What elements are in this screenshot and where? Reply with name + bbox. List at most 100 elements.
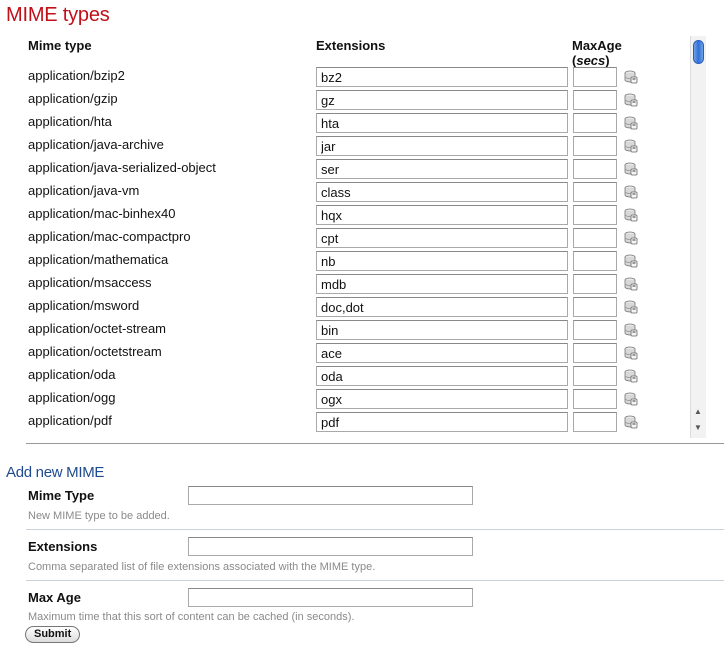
scroll-down-arrow-icon[interactable]: ▼ [694, 424, 702, 432]
disk-save-icon[interactable] [622, 69, 638, 85]
max-age-cell-input[interactable] [573, 159, 617, 179]
mime-type-help: New MIME type to be added. [28, 510, 170, 522]
max-age-cell-input[interactable] [573, 67, 617, 87]
extensions-cell-input[interactable] [316, 182, 568, 202]
mime-type-cell: application/mac-binhex40 [28, 206, 176, 221]
table-row: application/pdf [0, 411, 690, 434]
mime-type-cell: application/java-serialized-object [28, 160, 216, 175]
max-age-cell-input[interactable] [573, 228, 617, 248]
extensions-help: Comma separated list of file extensions … [28, 561, 376, 573]
disk-save-icon[interactable] [622, 138, 638, 154]
mime-type-cell: application/gzip [28, 91, 118, 106]
field-separator [26, 580, 724, 581]
extensions-cell-input[interactable] [316, 274, 568, 294]
extensions-cell-input[interactable] [316, 297, 568, 317]
table-row: application/mac-binhex40 [0, 204, 690, 227]
table-row: application/java-archive [0, 135, 690, 158]
extensions-cell-input[interactable] [316, 343, 568, 363]
disk-save-icon[interactable] [622, 322, 638, 338]
extensions-input[interactable] [188, 537, 473, 556]
table-row: application/mathematica [0, 250, 690, 273]
extensions-cell-input[interactable] [316, 389, 568, 409]
extensions-cell-input[interactable] [316, 205, 568, 225]
disk-save-icon[interactable] [622, 207, 638, 223]
table-row: application/gzip [0, 89, 690, 112]
max-age-cell-input[interactable] [573, 274, 617, 294]
extensions-label: Extensions [28, 539, 98, 554]
max-age-cell-input[interactable] [573, 389, 617, 409]
max-age-cell-input[interactable] [573, 297, 617, 317]
extensions-cell-input[interactable] [316, 159, 568, 179]
scroll-thumb[interactable] [693, 40, 704, 64]
disk-save-icon[interactable] [622, 391, 638, 407]
table-row: application/hta [0, 112, 690, 135]
column-header-max-age: MaxAge (secs) [572, 38, 622, 68]
max-age-field-input[interactable] [188, 588, 473, 607]
max-age-cell-input[interactable] [573, 182, 617, 202]
extensions-cell-input[interactable] [316, 228, 568, 248]
disk-save-icon[interactable] [622, 276, 638, 292]
disk-save-icon[interactable] [622, 345, 638, 361]
extensions-cell-input[interactable] [316, 90, 568, 110]
table-row: application/octet-stream [0, 319, 690, 342]
extensions-cell-input[interactable] [316, 412, 568, 432]
disk-save-icon[interactable] [622, 414, 638, 430]
page-title: MIME types [6, 4, 110, 26]
mime-type-cell: application/hta [28, 114, 112, 129]
table-row: application/oda [0, 365, 690, 388]
max-age-cell-input[interactable] [573, 136, 617, 156]
extensions-cell-input[interactable] [316, 113, 568, 133]
max-age-cell-input[interactable] [573, 320, 617, 340]
mime-type-input[interactable] [188, 486, 473, 505]
table-row: application/java-serialized-object [0, 158, 690, 181]
max-age-field-label: Max Age [28, 590, 81, 605]
max-age-cell-input[interactable] [573, 113, 617, 133]
submit-button[interactable]: Submit [25, 626, 81, 643]
max-age-cell-input[interactable] [573, 90, 617, 110]
max-age-cell-input[interactable] [573, 251, 617, 271]
table-row: application/bzip2 [0, 66, 690, 89]
disk-save-icon[interactable] [622, 92, 638, 108]
mime-type-cell: application/pdf [28, 413, 112, 428]
table-row: application/java-vm [0, 181, 690, 204]
disk-save-icon[interactable] [622, 115, 638, 131]
max-age-cell-input[interactable] [573, 412, 617, 432]
mime-types-table: Mime type Extensions MaxAge (secs) applic… [0, 36, 724, 438]
disk-save-icon[interactable] [622, 368, 638, 384]
section-divider [26, 443, 724, 444]
extensions-cell-input[interactable] [316, 366, 568, 386]
table-row: application/msaccess [0, 273, 690, 296]
mime-type-label: Mime Type [28, 488, 95, 503]
disk-save-icon[interactable] [622, 230, 638, 246]
extensions-cell-input[interactable] [316, 251, 568, 271]
mime-type-cell: application/bzip2 [28, 68, 125, 83]
max-age-cell-input[interactable] [573, 205, 617, 225]
extensions-cell-input[interactable] [316, 136, 568, 156]
mime-type-cell: application/ogg [28, 390, 116, 405]
mime-type-cell: application/mathematica [28, 252, 169, 267]
field-separator [26, 529, 724, 530]
column-header-mime-type: Mime type [28, 38, 92, 53]
table-row: application/mac-compactpro [0, 227, 690, 250]
max-age-label: MaxAge [572, 38, 622, 53]
vertical-scrollbar[interactable]: ▲ ▼ [690, 36, 706, 438]
mime-type-cell: application/java-archive [28, 137, 164, 152]
column-header-extensions: Extensions [316, 38, 386, 53]
disk-save-icon[interactable] [622, 161, 638, 177]
scroll-up-arrow-icon[interactable]: ▲ [694, 408, 702, 416]
table-row: application/ogg [0, 388, 690, 411]
max-age-cell-input[interactable] [573, 366, 617, 386]
disk-save-icon[interactable] [622, 299, 638, 315]
mime-type-cell: application/oda [28, 367, 116, 382]
disk-save-icon[interactable] [622, 253, 638, 269]
table-row: application/octetstream [0, 342, 690, 365]
mime-type-cell: application/msword [28, 298, 140, 313]
disk-save-icon[interactable] [622, 184, 638, 200]
mime-type-cell: application/mac-compactpro [28, 229, 191, 244]
max-age-cell-input[interactable] [573, 343, 617, 363]
mime-type-cell: application/octetstream [28, 344, 162, 359]
mime-type-cell: application/octet-stream [28, 321, 167, 336]
extensions-cell-input[interactable] [316, 320, 568, 340]
extensions-cell-input[interactable] [316, 67, 568, 87]
add-mime-heading: Add new MIME [6, 464, 105, 481]
